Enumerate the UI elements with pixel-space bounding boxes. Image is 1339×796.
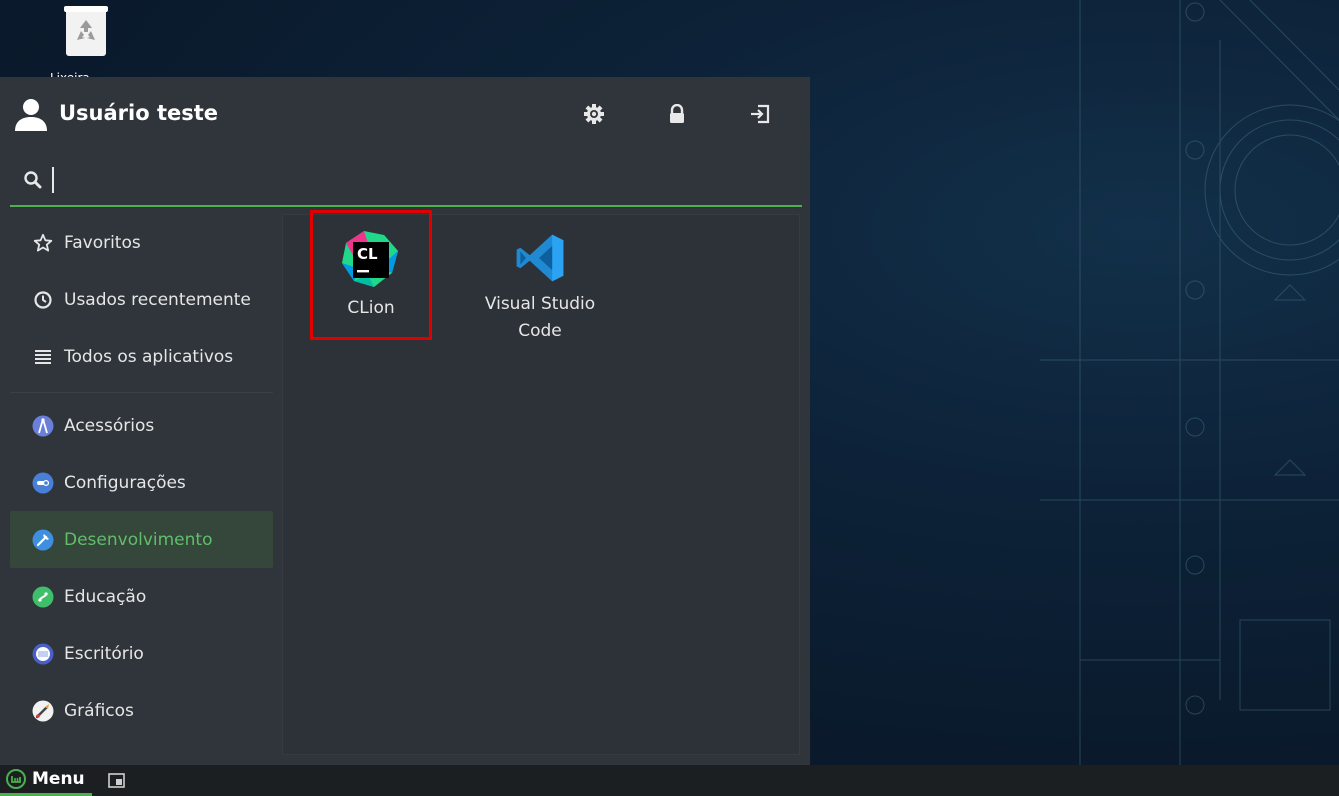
application-menu: Usuário teste Favoritos Usados recenteme… — [0, 77, 810, 765]
logout-button[interactable] — [747, 101, 773, 127]
apps-panel: CL CLion Visual Studio Code — [282, 214, 800, 755]
sidebar-item-label: Acessórios — [64, 415, 155, 436]
app-label: CLion — [347, 298, 395, 318]
taskbar: Menu — [0, 765, 1339, 796]
education-icon — [32, 586, 54, 608]
lock-button[interactable] — [664, 101, 690, 127]
menu-header: Usuário teste — [0, 77, 810, 152]
vscode-icon — [516, 234, 564, 282]
sidebar-item-label: Gráficos — [64, 700, 134, 721]
svg-text:CL: CL — [357, 245, 378, 263]
user-name: Usuário teste — [59, 101, 219, 125]
menu-button[interactable]: Menu — [0, 765, 92, 796]
app-vscode[interactable]: Visual Studio Code — [475, 215, 605, 345]
sidebar-item-label: Usados recentemente — [64, 289, 251, 310]
text-caret — [52, 167, 54, 193]
show-desktop-icon[interactable] — [108, 773, 125, 788]
logout-icon — [751, 104, 770, 124]
sidebar-item-escritorio[interactable]: Escritório — [10, 625, 273, 682]
clion-icon: CL — [342, 231, 398, 287]
wallpaper-blueprint — [1040, 0, 1339, 765]
sidebar-item-label: Favoritos — [64, 232, 141, 253]
sidebar-item-label: Desenvolvimento — [64, 529, 213, 550]
office-icon — [32, 643, 54, 665]
sidebar-item-graficos[interactable]: Gráficos — [10, 682, 273, 739]
settings-category-icon — [32, 472, 54, 494]
sidebar-divider — [10, 392, 273, 393]
sidebar-item-label: Escritório — [64, 643, 144, 664]
search-input[interactable] — [50, 163, 790, 199]
sidebar-item-educacao[interactable]: Educação — [10, 568, 273, 625]
trash-label: Lixeira — [50, 68, 90, 77]
category-sidebar: Favoritos Usados recentemente Todos os a… — [10, 214, 273, 759]
trash-icon[interactable] — [62, 4, 110, 58]
star-icon — [32, 232, 54, 254]
search-bar — [10, 157, 802, 207]
sidebar-item-configuracoes[interactable]: Configurações — [10, 454, 273, 511]
sidebar-item-label: Todos os aplicativos — [64, 346, 234, 367]
sidebar-item-label: Educação — [64, 586, 147, 607]
menu-button-label: Menu — [32, 769, 85, 789]
linux-mint-icon — [6, 769, 26, 789]
app-clion[interactable]: CL CLion — [306, 215, 436, 345]
sidebar-item-acessorios[interactable]: Acessórios — [10, 397, 273, 454]
sidebar-item-desenvolvimento[interactable]: Desenvolvimento — [10, 511, 273, 568]
sidebar-item-recent[interactable]: Usados recentemente — [10, 271, 273, 328]
search-icon — [24, 171, 42, 189]
sidebar-item-all-apps[interactable]: Todos os aplicativos — [10, 328, 273, 385]
clock-icon — [32, 289, 54, 311]
accessories-icon — [32, 415, 54, 437]
list-icon — [32, 346, 54, 368]
sidebar-item-label: Configurações — [64, 472, 186, 493]
lock-icon — [670, 104, 684, 123]
graphics-icon — [32, 700, 54, 722]
settings-button[interactable] — [581, 101, 607, 127]
app-label: Visual Studio Code — [484, 294, 596, 341]
development-icon — [32, 529, 54, 551]
sidebar-item-favoritos[interactable]: Favoritos — [10, 214, 273, 271]
user-icon — [15, 99, 47, 131]
gear-icon — [584, 104, 604, 124]
